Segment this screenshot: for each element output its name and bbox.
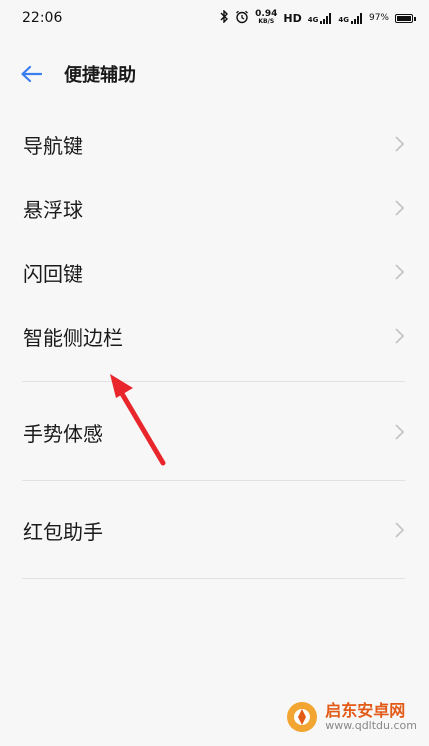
status-time: 22:06	[22, 10, 63, 26]
signal-icon-2: 4G	[338, 12, 363, 24]
section-divider	[22, 578, 405, 579]
list-item-label: 智能侧边栏	[23, 325, 123, 350]
list-item-label: 导航键	[23, 133, 83, 158]
section-divider	[22, 381, 405, 382]
hd-label: HD	[283, 11, 302, 25]
list-item-red-packet-assistant[interactable]: 红包助手	[0, 498, 429, 562]
chevron-right-icon	[393, 135, 405, 153]
signal-icon-1: 4G	[307, 12, 333, 24]
list-item-smart-sidebar[interactable]: 智能侧边栏	[0, 304, 429, 368]
watermark-logo-icon	[285, 700, 319, 734]
settings-group-3: 红包助手	[0, 498, 429, 562]
settings-group-2: 手势体感	[0, 400, 429, 464]
network-speed-unit: KB/S	[258, 18, 275, 25]
network-type-1: 4G	[307, 15, 319, 24]
chevron-right-icon	[393, 521, 405, 539]
list-item-navigation-keys[interactable]: 导航键	[0, 112, 429, 176]
page-header: 便捷辅助	[0, 52, 429, 96]
settings-group-1: 导航键 悬浮球 闪回键 智能侧边栏	[0, 112, 429, 368]
list-item-flashback-key[interactable]: 闪回键	[0, 240, 429, 304]
network-speed-value: 0.94	[255, 9, 278, 19]
list-item-label: 悬浮球	[23, 197, 83, 222]
battery-icon	[395, 13, 416, 23]
chevron-right-icon	[393, 423, 405, 441]
alarm-icon	[235, 10, 249, 27]
back-arrow-icon[interactable]	[20, 64, 42, 84]
network-speed: 0.94 KB/S	[255, 10, 277, 26]
list-item-label: 闪回键	[23, 261, 83, 286]
chevron-right-icon	[393, 199, 405, 217]
chevron-right-icon	[393, 263, 405, 281]
battery-percent: 97%	[368, 13, 389, 23]
status-icons: 0.94 KB/S HD 4G 4G 97%	[219, 9, 416, 27]
list-item-label: 手势体感	[23, 421, 103, 446]
bluetooth-icon	[219, 9, 229, 26]
network-type-2: 4G	[338, 15, 349, 24]
watermark-name: 启东安卓网	[325, 700, 406, 720]
page-title: 便捷辅助	[64, 65, 136, 86]
status-bar: 22:06 0.94 KB/S HD 4G 4G 97%	[0, 0, 429, 36]
list-item-floating-ball[interactable]: 悬浮球	[0, 176, 429, 240]
watermark-url: www.qdltdu.com	[325, 718, 417, 732]
chevron-right-icon	[393, 327, 405, 345]
list-item-label: 红包助手	[23, 519, 103, 544]
list-item-gesture-motion[interactable]: 手势体感	[0, 400, 429, 464]
watermark: 启东安卓网 www.qdltdu.com	[285, 700, 417, 734]
section-divider	[22, 480, 405, 481]
watermark-text: 启东安卓网 www.qdltdu.com	[325, 700, 417, 732]
